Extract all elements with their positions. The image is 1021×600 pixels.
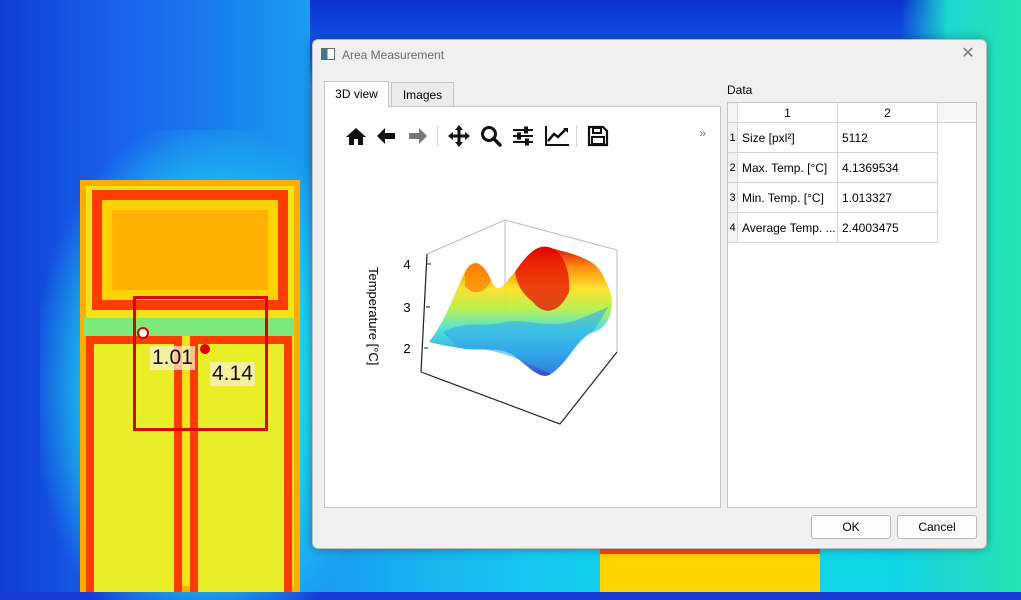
pan-icon[interactable]	[446, 123, 472, 149]
min-temp-label: 1.01	[150, 346, 195, 370]
table-cell[interactable]: 2.4003475	[838, 213, 938, 243]
column-header[interactable]: 2	[838, 103, 938, 123]
back-arrow-icon[interactable]	[373, 123, 399, 149]
z-axis-label: Temperature [°C]	[366, 267, 381, 365]
column-header[interactable]: 1	[738, 103, 838, 123]
tab-images[interactable]: Images	[391, 82, 454, 106]
z-tick-label: 2	[403, 341, 410, 356]
zoom-icon[interactable]	[478, 123, 504, 149]
thermal-door-panel	[112, 210, 268, 290]
table-row: 2 Max. Temp. [°C] 4.1369534	[728, 153, 976, 183]
tab-panel-3d-view: » 4 3 2 Temperature [°C]	[324, 106, 721, 508]
toolbar-separator	[437, 125, 438, 147]
max-temp-label: 4.14	[210, 362, 255, 386]
plot-toolbar	[343, 123, 703, 149]
table-row: 4 Average Temp. ... 2.4003475	[728, 213, 976, 243]
z-tick-label: 3	[403, 300, 410, 315]
table-cell[interactable]: Size [pxl²]	[738, 123, 838, 153]
tab-3d-view[interactable]: 3D view	[324, 81, 389, 107]
table-cell[interactable]: Max. Temp. [°C]	[738, 153, 838, 183]
max-temp-marker	[200, 344, 210, 354]
title-bar[interactable]: Area Measurement ✕	[313, 40, 986, 70]
forward-arrow-icon[interactable]	[405, 123, 431, 149]
thermal-region	[600, 548, 820, 592]
app-icon	[321, 48, 335, 60]
edit-axes-icon[interactable]	[544, 123, 570, 149]
data-table: 1 2 1 Size [pxl²] 5112 2 Max. Temp. [°C]…	[727, 102, 977, 508]
table-cell[interactable]: 1.013327	[838, 183, 938, 213]
z-tick-label: 4	[403, 257, 410, 272]
min-temp-marker	[137, 327, 149, 339]
save-icon[interactable]	[585, 123, 611, 149]
toolbar-separator	[576, 125, 577, 147]
temperature-surface	[429, 246, 612, 376]
area-measurement-dialog: Area Measurement ✕ 3D view Images » 4 3 …	[312, 39, 987, 549]
table-row: 3 Min. Temp. [°C] 1.013327	[728, 183, 976, 213]
surface-plot-3d[interactable]: 4 3 2 Temperature [°C]	[355, 202, 655, 472]
data-section-label: Data	[727, 83, 753, 97]
cancel-button[interactable]: Cancel	[897, 515, 977, 539]
table-row: 1 Size [pxl²] 5112	[728, 123, 976, 153]
table-cell[interactable]: 4.1369534	[838, 153, 938, 183]
plot-floor-edge	[420, 351, 618, 425]
row-header[interactable]: 4	[728, 213, 738, 243]
home-icon[interactable]	[343, 123, 369, 149]
header-filler	[938, 103, 976, 123]
toolbar-overflow-icon[interactable]: »	[699, 126, 706, 140]
z-axis-line	[420, 253, 428, 373]
table-corner[interactable]	[728, 103, 738, 123]
table-cell[interactable]: 5112	[838, 123, 938, 153]
ok-button[interactable]: OK	[811, 515, 891, 539]
close-icon[interactable]: ✕	[958, 44, 978, 64]
row-header[interactable]: 2	[728, 153, 738, 183]
dialog-title: Area Measurement	[342, 48, 445, 62]
row-header[interactable]: 3	[728, 183, 738, 213]
z-ticks	[424, 263, 431, 349]
configure-subplots-icon[interactable]	[510, 123, 536, 149]
table-cell[interactable]: Average Temp. ...	[738, 213, 838, 243]
row-header[interactable]: 1	[728, 123, 738, 153]
table-cell[interactable]: Min. Temp. [°C]	[738, 183, 838, 213]
